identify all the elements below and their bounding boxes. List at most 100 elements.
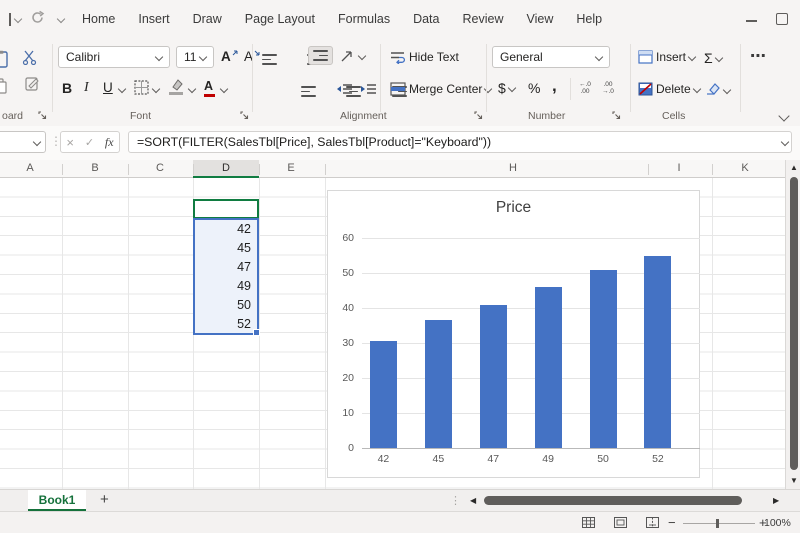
normal-view-icon[interactable] [582,517,595,528]
spill-cell-value[interactable]: 49 [195,276,257,295]
column-header-i[interactable]: I [664,162,694,174]
wrap-text-button[interactable]: Hide Text [390,50,459,64]
zoom-slider-thumb[interactable] [716,519,719,528]
ribbon-more-button[interactable]: ⋯ [750,46,766,66]
pen-cursor-icon[interactable] [9,13,11,26]
zoom-level-label[interactable]: 100% [764,517,791,529]
spill-cell-value[interactable]: 42 [195,220,257,239]
align-bottom-icon[interactable] [308,46,333,65]
font-size-combo[interactable]: 11 [176,46,214,68]
orientation-icon[interactable] [340,48,355,63]
vertical-scroll-thumb[interactable] [789,177,798,470]
number-dialog-launcher[interactable] [612,111,621,120]
add-sheet-button[interactable]: + [100,491,109,508]
decrease-indent-icon[interactable] [336,84,353,96]
underline-button[interactable]: U [103,80,113,95]
qat-customize-icon[interactable] [56,14,66,24]
font-name-combo[interactable]: Calibri [58,46,170,68]
column-header-d[interactable]: D [193,160,259,178]
decrease-decimal-button[interactable]: .00 →.0 [602,81,614,95]
insert-cells-button[interactable]: Insert [638,50,697,64]
pen-dropdown-icon[interactable] [13,14,23,24]
clipboard-dialog-launcher[interactable] [38,111,47,120]
scroll-up-icon[interactable]: ▲ [790,164,798,172]
borders-dropdown-icon[interactable] [151,84,161,94]
scroll-left-icon[interactable]: ◀ [470,497,476,505]
menu-tab-home[interactable]: Home [82,12,115,26]
number-format-combo[interactable]: General [492,46,610,68]
zoom-slider-track[interactable] [683,523,755,524]
chart-bar[interactable] [424,320,452,448]
price-chart[interactable]: Price 0 10 20 30 40 50 60 42 45 47 49 50 52 [327,190,700,478]
spill-cell-value[interactable]: 50 [195,295,257,314]
collapse-ribbon-icon[interactable] [778,110,790,122]
column-header-b[interactable]: B [80,162,110,174]
chart-bar[interactable] [534,287,562,448]
chart-bar[interactable] [369,341,397,448]
menu-tab-draw[interactable]: Draw [193,12,222,26]
scrollbar-splitter-icon[interactable]: ⋮ [450,494,461,507]
increase-indent-icon[interactable] [360,84,377,96]
insert-function-icon[interactable]: fx [105,135,114,150]
column-header-c[interactable]: C [145,162,175,174]
formula-input[interactable] [128,131,792,153]
fill-handle[interactable] [253,329,260,336]
autosum-button[interactable]: Σ [704,50,723,66]
borders-icon[interactable] [134,80,149,95]
font-color-dropdown-icon[interactable] [219,84,229,94]
maximize-icon[interactable] [776,13,788,25]
align-top-icon[interactable] [262,54,277,65]
font-dialog-launcher[interactable] [240,111,249,120]
scroll-down-icon[interactable]: ▼ [790,477,798,485]
increase-decimal-button[interactable]: ←.0.00 [579,81,591,95]
column-header-k[interactable]: K [730,162,760,174]
grow-font-button[interactable]: A [221,49,238,64]
vertical-scrollbar[interactable]: ▲ ▼ [785,160,800,489]
spill-cell-value[interactable]: 52 [195,314,257,333]
spill-range[interactable]: 42 45 47 49 50 52 [193,218,260,336]
chart-bar[interactable] [479,304,507,448]
horizontal-scroll-thumb[interactable] [484,496,742,505]
merge-center-button[interactable]: Merge Center [390,82,493,96]
menu-tab-data[interactable]: Data [413,12,439,26]
delete-cells-button[interactable]: Delete [638,82,701,96]
redo-icon[interactable] [30,10,45,25]
enter-icon[interactable]: ✓ [85,136,94,149]
percent-format-button[interactable]: % [528,80,540,96]
fill-color-icon[interactable] [169,79,184,95]
currency-format-button[interactable]: $ [498,80,517,96]
column-header-a[interactable]: A [15,162,45,174]
clear-icon[interactable] [706,82,720,95]
spill-cell-value[interactable]: 47 [195,258,257,277]
sheet-tab-book1[interactable]: Book1 [28,490,86,511]
scroll-right-icon[interactable]: ▶ [773,497,779,505]
format-painter-icon[interactable] [24,76,40,93]
underline-dropdown-icon[interactable] [117,84,127,94]
bold-button[interactable]: B [62,80,72,96]
menu-tab-view[interactable]: View [526,12,553,26]
font-color-button[interactable]: A [204,79,215,97]
active-cell[interactable] [193,199,259,219]
align-left-icon[interactable] [300,86,316,97]
column-header-e[interactable]: E [276,162,306,174]
chart-bar[interactable] [589,269,617,448]
alignment-dialog-launcher[interactable] [474,111,483,120]
chart-bar[interactable] [644,255,672,448]
menu-tab-formulas[interactable]: Formulas [338,12,390,26]
copy-partial-icon[interactable] [0,78,8,94]
cancel-icon[interactable]: × [66,135,74,150]
menu-tab-review[interactable]: Review [462,12,503,26]
paste-icon[interactable] [0,50,9,68]
zoom-out-button[interactable]: − [668,515,676,530]
italic-button[interactable]: I [84,80,89,96]
cut-icon[interactable] [22,50,37,65]
minimize-icon[interactable] [746,20,757,22]
spill-cell-value[interactable]: 45 [195,239,257,258]
column-header-h[interactable]: H [498,162,528,174]
menu-tab-help[interactable]: Help [576,12,602,26]
fill-color-dropdown-icon[interactable] [187,84,197,94]
page-break-view-icon[interactable] [646,517,659,528]
grid-cells[interactable]: 42 45 47 49 50 52 Price 0 10 20 30 40 50 60 42 45 47 49… [0,178,785,489]
page-layout-view-icon[interactable] [614,517,627,528]
menu-tab-page-layout[interactable]: Page Layout [245,12,315,26]
